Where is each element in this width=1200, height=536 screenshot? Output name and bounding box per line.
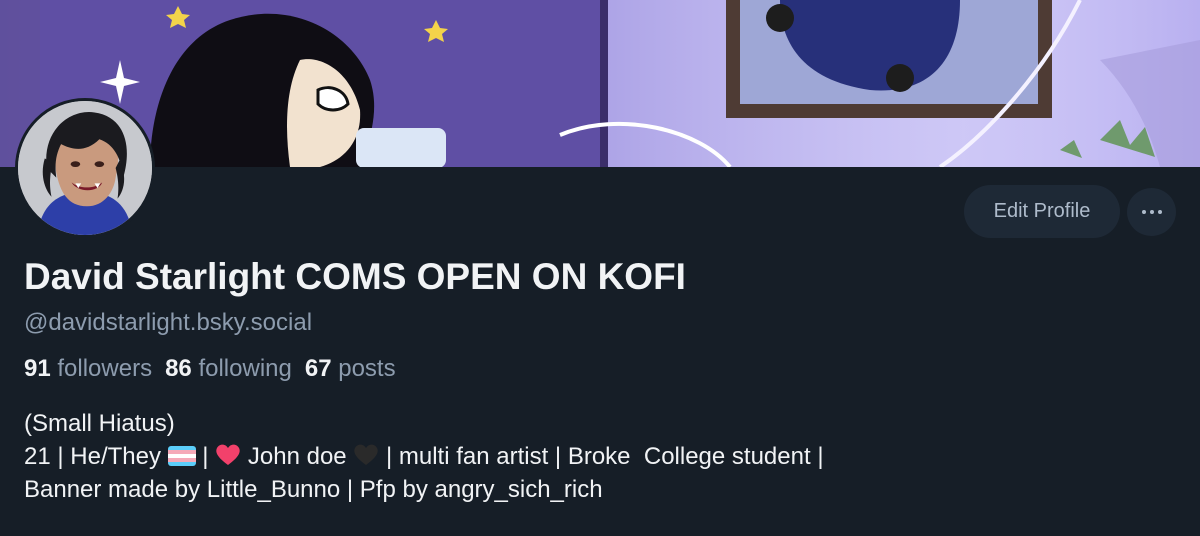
posts-label: posts <box>338 355 396 382</box>
ellipsis-icon <box>1141 210 1162 214</box>
more-options-button[interactable] <box>1127 188 1176 236</box>
bio-line-2-part-3: John doe <box>241 443 354 470</box>
pink-heart-icon <box>216 444 240 465</box>
bio-line-2-part-2: | <box>195 443 216 470</box>
bio-line-1: (Small Hiatus) <box>24 410 175 437</box>
posts-stat: 67 posts <box>305 355 396 383</box>
edit-profile-label: Edit Profile <box>993 200 1091 222</box>
display-name: David Starlight COMS OPEN ON KOFI <box>24 256 686 297</box>
bio-line-2-part-4: | multi fan artist | Broke College stude… <box>379 443 824 470</box>
black-heart-icon <box>354 444 378 465</box>
posts-count: 67 <box>304 355 332 382</box>
trans-flag-icon <box>167 446 196 466</box>
following-count: 86 <box>165 355 192 382</box>
followers-label: followers <box>57 355 153 382</box>
profile-banner[interactable] <box>0 0 1200 167</box>
banner-artwork <box>0 0 1200 167</box>
followers-count: 91 <box>24 355 51 382</box>
edit-profile-button[interactable]: Edit Profile <box>964 185 1120 238</box>
profile-handle: @davidstarlight.bsky.social <box>24 309 313 336</box>
bio-line-2-part-1: 21 | He/They <box>24 443 161 470</box>
profile-bio: (Small Hiatus) 21 | He/They | John doe |… <box>24 407 824 506</box>
bio-line-2: 21 | He/They | John doe | multi fan arti… <box>24 440 824 473</box>
bio-line-3: Banner made by Little_Bunno | Pfp by ang… <box>24 476 603 503</box>
avatar[interactable] <box>15 98 155 238</box>
profile-stats: 91 followers 86 following 67 posts <box>24 355 396 383</box>
followers-link[interactable]: 91 followers <box>24 355 152 383</box>
following-label: following <box>198 355 292 382</box>
avatar-image <box>18 101 152 235</box>
following-link[interactable]: 86 following <box>165 355 292 383</box>
